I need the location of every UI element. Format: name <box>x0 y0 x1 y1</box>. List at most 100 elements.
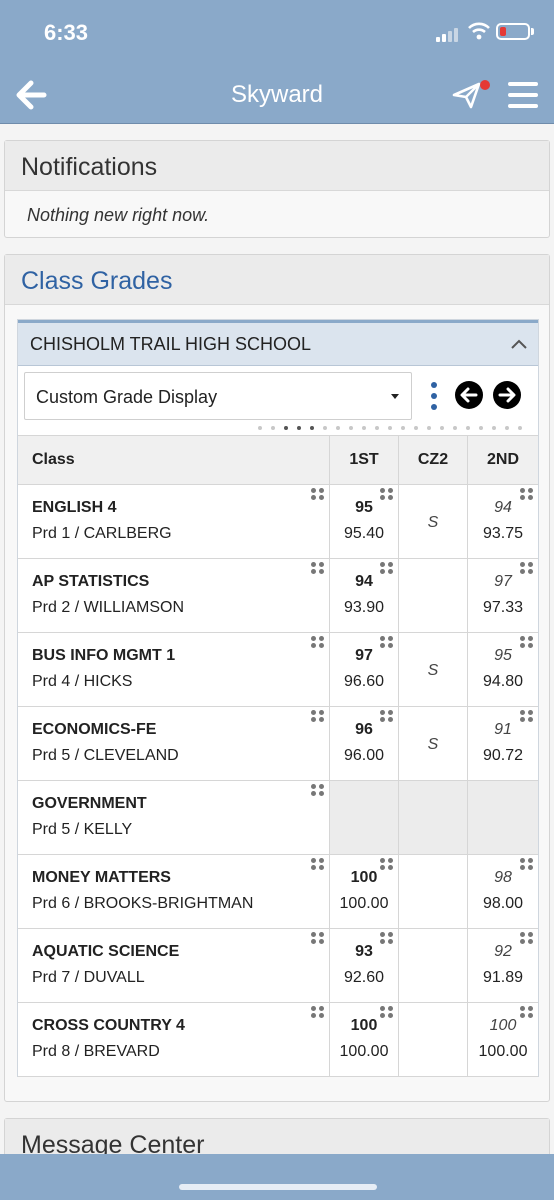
home-indicator[interactable] <box>179 1184 377 1190</box>
class-cell[interactable]: BUS INFO MGMT 1 Prd 4 / HICKS <box>18 633 330 706</box>
grade-cell-2nd[interactable]: 100 100.00 <box>468 1003 538 1076</box>
cell-options-icon[interactable] <box>520 710 534 722</box>
cell-options-icon[interactable] <box>311 858 325 870</box>
grade-cell-1st[interactable]: 100 100.00 <box>330 855 399 928</box>
class-cell[interactable]: AQUATIC SCIENCE Prd 7 / DUVALL <box>18 929 330 1002</box>
cell-options-icon[interactable] <box>520 488 534 500</box>
cell-options-icon[interactable] <box>380 562 394 574</box>
grade-cell-cz2 <box>399 781 468 854</box>
cell-options-icon[interactable] <box>380 858 394 870</box>
grade-letter: 92 <box>494 943 512 960</box>
cell-options-icon[interactable] <box>311 1006 325 1018</box>
grade-letter: 94 <box>355 573 373 590</box>
table-row: AQUATIC SCIENCE Prd 7 / DUVALL 93 92.60 … <box>18 928 538 1002</box>
class-cell[interactable]: AP STATISTICS Prd 2 / WILLIAMSON <box>18 559 330 632</box>
app-header: 6:33 Skyward <box>0 0 554 124</box>
grade-cell-cz2[interactable]: S <box>399 707 468 780</box>
cell-options-icon[interactable] <box>380 488 394 500</box>
school-section: CHISHOLM TRAIL HIGH SCHOOL Custom Grade … <box>17 319 539 1077</box>
send-message-icon[interactable] <box>452 80 482 110</box>
class-period-teacher: Prd 6 / BROOKS-BRIGHTMAN <box>32 895 254 912</box>
cell-options-icon[interactable] <box>380 932 394 944</box>
grade-percent: 91.89 <box>482 969 524 986</box>
grade-letter: 98 <box>494 869 512 886</box>
grade-percent: 90.72 <box>482 747 524 764</box>
class-cell[interactable]: CROSS COUNTRY 4 Prd 8 / BREVARD <box>18 1003 330 1076</box>
table-row: MONEY MATTERS Prd 6 / BROOKS-BRIGHTMAN 1… <box>18 854 538 928</box>
status-time: 6:33 <box>44 20 89 45</box>
grade-cell-cz2[interactable] <box>399 1003 468 1076</box>
grade-cell-1st[interactable]: 93 92.60 <box>330 929 399 1002</box>
class-name: MONEY MATTERS <box>32 869 171 886</box>
class-cell[interactable]: GOVERNMENT Prd 5 / KELLY <box>18 781 330 854</box>
class-cell[interactable]: ENGLISH 4 Prd 1 / CARLBERG <box>18 485 330 558</box>
cell-options-icon[interactable] <box>380 1006 394 1018</box>
grade-letter: 100 <box>350 1017 378 1034</box>
cell-options-icon[interactable] <box>520 1006 534 1018</box>
cell-options-icon[interactable] <box>520 636 534 648</box>
table-row: ECONOMICS-FE Prd 5 / CLEVELAND 96 96.00 … <box>18 706 538 780</box>
cell-options-icon[interactable] <box>311 562 325 574</box>
column-header-1st[interactable]: 1ST <box>330 436 399 484</box>
grade-percent: 93.90 <box>343 599 385 616</box>
class-period-teacher: Prd 7 / DUVALL <box>32 969 145 986</box>
grade-cell-2nd[interactable]: 94 93.75 <box>468 485 538 558</box>
grade-percent: 100.00 <box>478 1043 528 1060</box>
previous-column-icon[interactable] <box>454 380 484 410</box>
grade-display-select[interactable]: Custom Grade Display <box>24 372 412 420</box>
cell-options-icon[interactable] <box>311 636 325 648</box>
grade-cell-1st[interactable]: 94 93.90 <box>330 559 399 632</box>
table-row: CROSS COUNTRY 4 Prd 8 / BREVARD 100 100.… <box>18 1002 538 1076</box>
class-cell[interactable]: ECONOMICS-FE Prd 5 / CLEVELAND <box>18 707 330 780</box>
class-period-teacher: Prd 8 / BREVARD <box>32 1043 160 1060</box>
notifications-panel: Notifications Nothing new right now. <box>4 140 550 238</box>
grade-letter: 100 <box>489 1017 517 1034</box>
grade-cell-1st[interactable]: 97 96.60 <box>330 633 399 706</box>
grade-cell-2nd[interactable]: 92 91.89 <box>468 929 538 1002</box>
class-period-teacher: Prd 4 / HICKS <box>32 673 133 690</box>
cell-options-icon[interactable] <box>520 932 534 944</box>
next-column-icon[interactable] <box>492 380 522 410</box>
class-name: BUS INFO MGMT 1 <box>32 647 176 664</box>
class-period-teacher: Prd 1 / CARLBERG <box>32 525 172 542</box>
class-name: AQUATIC SCIENCE <box>32 943 180 960</box>
hamburger-menu-icon[interactable] <box>508 82 538 108</box>
grade-cell-cz2[interactable] <box>399 929 468 1002</box>
chevron-up-icon[interactable] <box>510 338 528 350</box>
grade-cell-2nd[interactable]: 98 98.00 <box>468 855 538 928</box>
grade-cell-1st[interactable]: 96 96.00 <box>330 707 399 780</box>
grade-display-value: Custom Grade Display <box>36 387 218 407</box>
grade-cell-2nd[interactable]: 97 97.33 <box>468 559 538 632</box>
grade-cell-cz2[interactable] <box>399 559 468 632</box>
class-cell[interactable]: MONEY MATTERS Prd 6 / BROOKS-BRIGHTMAN <box>18 855 330 928</box>
grade-cell-1st[interactable]: 95 95.40 <box>330 485 399 558</box>
grades-table: Class 1ST CZ2 2ND ENGLISH 4 Prd 1 / CARL… <box>18 435 538 1077</box>
grade-cell-cz2[interactable]: S <box>399 485 468 558</box>
grade-cell-cz2[interactable] <box>399 855 468 928</box>
cell-options-icon[interactable] <box>380 710 394 722</box>
column-header-class: Class <box>18 436 330 484</box>
grade-cell-1st[interactable]: 100 100.00 <box>330 1003 399 1076</box>
class-grades-title[interactable]: Class Grades <box>5 255 549 305</box>
cell-options-icon[interactable] <box>380 636 394 648</box>
cell-options-icon[interactable] <box>311 932 325 944</box>
school-header[interactable]: CHISHOLM TRAIL HIGH SCHOOL <box>18 320 538 366</box>
grade-letter: 93 <box>355 943 373 960</box>
grade-letter: 97 <box>355 647 373 664</box>
cell-options-icon[interactable] <box>311 710 325 722</box>
cell-options-icon[interactable] <box>311 488 325 500</box>
grade-cell-2nd[interactable]: 95 94.80 <box>468 633 538 706</box>
grade-letter: 100 <box>350 869 378 886</box>
cell-options-icon[interactable] <box>311 784 325 796</box>
class-period-teacher: Prd 5 / KELLY <box>32 821 133 838</box>
column-header-2nd[interactable]: 2ND <box>468 436 538 484</box>
cell-options-icon[interactable] <box>520 858 534 870</box>
cell-options-icon[interactable] <box>520 562 534 574</box>
column-header-cz2[interactable]: CZ2 <box>399 436 468 484</box>
grade-percent: 95.40 <box>343 525 385 542</box>
grade-cell-2nd[interactable]: 91 90.72 <box>468 707 538 780</box>
grade-cell-cz2[interactable]: S <box>399 633 468 706</box>
more-options-icon[interactable] <box>428 382 440 412</box>
class-name: GOVERNMENT <box>32 795 147 812</box>
table-row: AP STATISTICS Prd 2 / WILLIAMSON 94 93.9… <box>18 558 538 632</box>
